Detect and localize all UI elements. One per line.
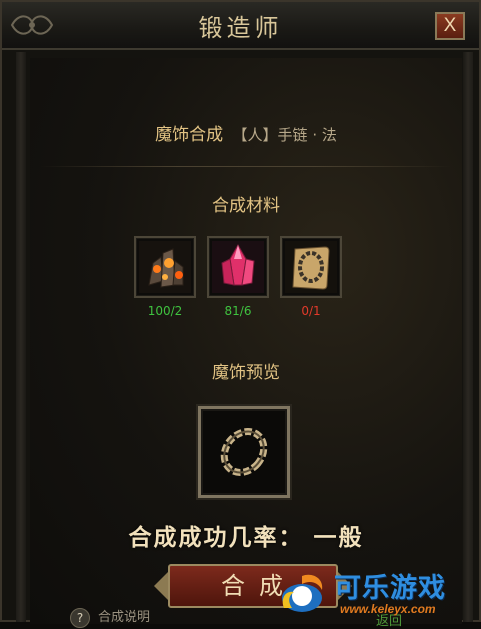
preview-slot[interactable] — [198, 406, 290, 498]
window-title: 锻造师 — [198, 14, 283, 42]
success-rate: 合成成功几率： 一般 — [128, 524, 364, 551]
pink-crystal-icon — [212, 241, 264, 293]
frame-right — [463, 52, 473, 622]
ore-crystal-icon — [139, 241, 191, 293]
divider — [40, 166, 452, 167]
material-count-crystal: 81/6 — [224, 304, 252, 318]
frame-left — [16, 52, 26, 622]
help-link[interactable]: ? 合成说明 — [70, 606, 150, 628]
target-item-label: 魔饰合成 — [155, 125, 224, 145]
watermark-url: www.keleyx.com — [340, 602, 436, 616]
close-button[interactable]: X — [435, 12, 465, 40]
keleyx-logo-icon — [282, 574, 323, 612]
question-icon: ? — [70, 607, 90, 628]
target-item-value: 【人】手链 · 法 — [232, 126, 337, 144]
bracelet-icon — [220, 428, 268, 476]
title-bar: 锻造师 X — [2, 2, 479, 50]
material-slot-crystal[interactable] — [207, 236, 269, 298]
materials-heading: 合成材料 — [212, 196, 280, 216]
blacksmith-window: 锻造师 X 魔饰合成 【人】手链 · 法 合成材料 100/2 81/6 0/1… — [0, 0, 481, 629]
content-panel: 魔饰合成 【人】手链 · 法 合成材料 100/2 81/6 0/1 魔饰预览 … — [30, 58, 462, 629]
watermark: 可乐游戏 www.keleyx.com — [274, 562, 479, 622]
bracelet-scroll-icon — [285, 241, 337, 293]
watermark-name: 可乐游戏 — [334, 573, 446, 604]
material-count-ore: 100/2 — [147, 304, 183, 318]
material-slot-scroll[interactable] — [280, 236, 342, 298]
preview-heading: 魔饰预览 — [212, 363, 280, 383]
target-item: 魔饰合成 【人】手链 · 法 — [30, 120, 462, 145]
material-count-scroll: 0/1 — [301, 304, 321, 318]
material-slot-ore[interactable] — [134, 236, 196, 298]
help-label: 合成说明 — [98, 610, 151, 625]
